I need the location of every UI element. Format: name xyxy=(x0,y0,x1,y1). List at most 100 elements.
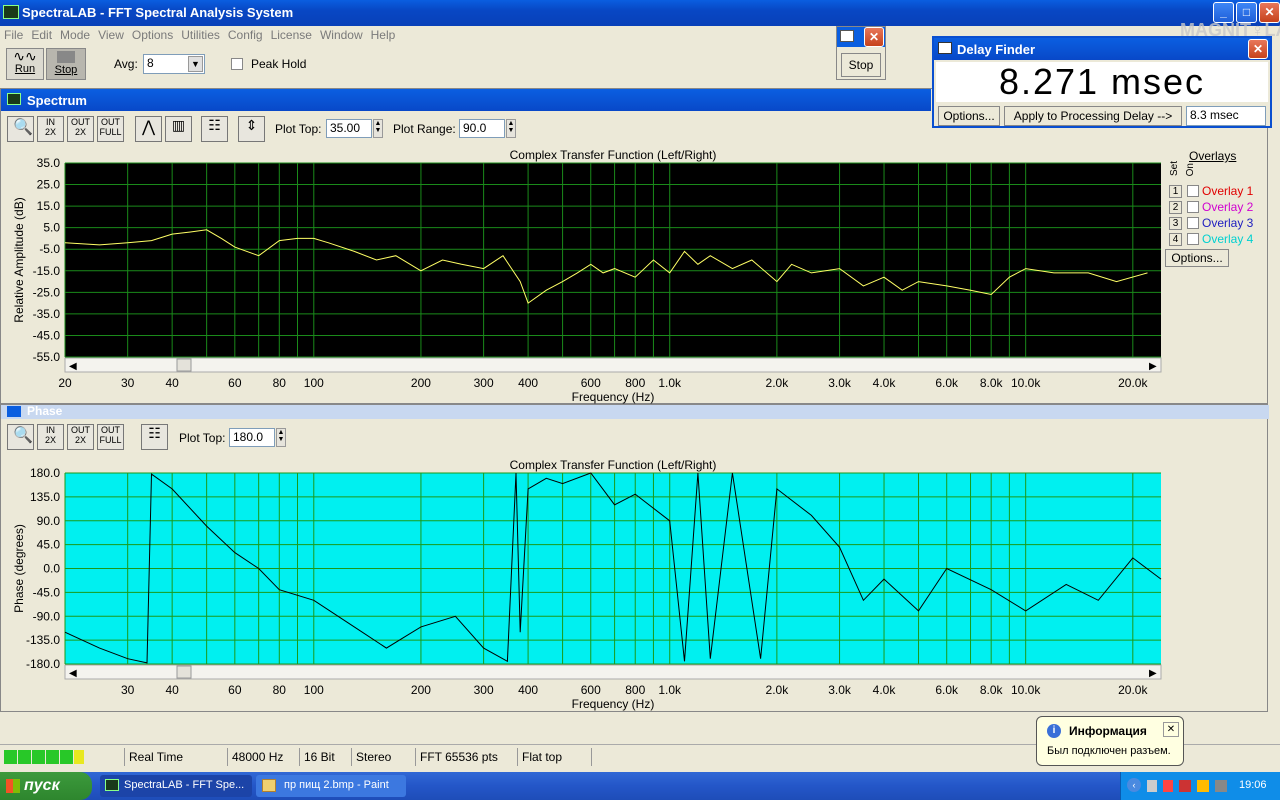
peak-hold-checkbox[interactable] xyxy=(231,58,243,70)
zoom-icon[interactable]: 🔍 xyxy=(7,116,34,142)
monitor-icon[interactable] xyxy=(1215,780,1227,792)
scroll-thumb xyxy=(176,665,192,679)
phase-titlebar[interactable]: Phase xyxy=(1,404,1269,419)
delay-options-button[interactable]: Options... xyxy=(938,106,1000,126)
overlay-label-3: Overlay 3 xyxy=(1202,216,1254,230)
status-bits: 16 Bit xyxy=(300,748,352,766)
zoom-full-icon[interactable]: OUT FULL xyxy=(97,424,124,450)
x-tick-label: 600 xyxy=(581,376,601,390)
zoom-icon[interactable]: 🔍 xyxy=(7,424,34,450)
zoom-out-2x-icon[interactable]: OUT 2X xyxy=(67,424,94,450)
overlay-checkbox-1[interactable] xyxy=(1187,185,1199,197)
spectrum-titlebar[interactable]: Spectrum xyxy=(1,89,931,111)
menu-options[interactable]: Options xyxy=(128,26,177,44)
phase-plot-top-spinner[interactable]: ▲ ▼ xyxy=(276,428,286,447)
overlay-checkbox-4[interactable] xyxy=(1187,233,1199,245)
menu-file[interactable]: File xyxy=(0,26,27,44)
status-fft: FFT 65536 pts xyxy=(416,748,518,766)
menu-help[interactable]: Help xyxy=(367,26,400,44)
plot-top-spinner[interactable]: ▲ ▼ xyxy=(373,119,383,138)
info-icon: i xyxy=(1047,724,1061,738)
close-icon[interactable]: ✕ xyxy=(864,27,884,47)
plot-range-spinner[interactable]: ▲ ▼ xyxy=(506,119,516,138)
spectrum-chart[interactable]: 35.0 25.0 15.0 5.0 -5.0 -15.0 -25.0 -35.0 -45.0 -… xyxy=(1,145,1171,405)
volume-icon[interactable] xyxy=(1163,780,1173,792)
menu-mode[interactable]: Mode xyxy=(56,26,94,44)
line-plot-icon[interactable]: ⋀ xyxy=(135,116,162,142)
tray-app-icon[interactable] xyxy=(1197,780,1209,792)
status-mode: Real Time xyxy=(124,748,228,766)
table-icon[interactable]: ☷ xyxy=(141,424,168,450)
zoom-in-2x-icon[interactable]: IN 2X xyxy=(37,424,64,450)
app-title-bar[interactable]: SpectraLAB - FFT Spectral Analysis Syste… xyxy=(0,0,1280,26)
y-tick-label: -135.0 xyxy=(26,633,60,647)
app-icon xyxy=(3,5,19,19)
x-tick-label: 200 xyxy=(411,683,431,697)
menu-edit[interactable]: Edit xyxy=(27,26,56,44)
flag-icon[interactable] xyxy=(1179,780,1191,792)
taskbar: пуск SpectraLAB - FFT Spe... пр пищ 2.bm… xyxy=(0,772,1280,800)
task1-label: SpectraLAB - FFT Spe... xyxy=(124,779,245,791)
menu-config[interactable]: Config xyxy=(224,26,267,44)
y-tick-label: -45.0 xyxy=(33,328,61,342)
menu-utilities[interactable]: Utilities xyxy=(177,26,224,44)
overlay-checkbox-2[interactable] xyxy=(1187,201,1199,213)
y-tick-label: 180.0 xyxy=(30,466,60,480)
close-icon[interactable]: ✕ xyxy=(1163,722,1179,737)
taskbar-item-paint[interactable]: пр пищ 2.bmp - Paint xyxy=(256,775,406,797)
x-tick-label: 300 xyxy=(474,376,494,390)
y-tick-label: 45.0 xyxy=(37,538,61,552)
y-tick-label: -5.0 xyxy=(39,242,60,256)
x-tick-label: 8.0k xyxy=(980,683,1004,697)
level-meter xyxy=(4,750,120,764)
network-icon[interactable] xyxy=(1147,780,1157,792)
plot-range-input[interactable]: 90.0 xyxy=(459,119,505,138)
menu-bar: File Edit Mode View Options Utilities Config Li… xyxy=(0,26,836,44)
run-button[interactable]: ∿∿ Run xyxy=(6,48,44,80)
avg-value: 8 xyxy=(147,56,154,70)
spectrum-title: Spectrum xyxy=(27,93,87,108)
system-tray: ‹ 19:06 xyxy=(1120,772,1280,800)
scale-icon[interactable]: ⇕ xyxy=(238,116,265,142)
chevron-down-icon[interactable]: ▼ xyxy=(188,56,203,72)
overlay-options-button[interactable]: Options... xyxy=(1165,249,1229,267)
zoom-out-2x-icon[interactable]: OUT 2X xyxy=(67,116,94,142)
stop-button[interactable]: Stop xyxy=(46,48,86,80)
phase-chart[interactable]: 180.0 135.0 90.0 45.0 0.0 -45.0 -90.0 -135.0 -18… xyxy=(1,453,1171,711)
scrollbar xyxy=(64,357,1162,373)
chart-title: Complex Transfer Function (Left/Right) xyxy=(510,458,717,472)
overlays-header: Overlays xyxy=(1189,149,1237,163)
x-axis-label: Frequency (Hz) xyxy=(572,697,655,711)
plot-top-input[interactable]: 35.00 xyxy=(326,119,372,138)
menu-license[interactable]: License xyxy=(267,26,316,44)
apply-delay-button[interactable]: Apply to Processing Delay --> xyxy=(1004,106,1182,126)
menu-window[interactable]: Window xyxy=(316,26,367,44)
delay-value-display: 8.271 msec xyxy=(936,62,1268,102)
menu-view[interactable]: View xyxy=(94,26,128,44)
delay-value-field[interactable]: 8.3 msec xyxy=(1186,106,1266,126)
overlay-checkbox-3[interactable] xyxy=(1187,217,1199,229)
avg-select[interactable]: 8 ▼ xyxy=(143,54,205,74)
scroll-thumb xyxy=(176,358,192,372)
taskbar-item-spectralab[interactable]: SpectraLAB - FFT Spe... xyxy=(100,775,252,797)
delay-finder-title: Delay Finder xyxy=(957,42,1036,57)
x-tick-label: 6.0k xyxy=(935,683,959,697)
close-icon[interactable]: ✕ xyxy=(1248,39,1268,59)
info-balloon[interactable]: i Информация ✕ Был подключен разъем. xyxy=(1036,716,1184,766)
table-icon[interactable]: ☷ xyxy=(201,116,228,142)
run-label: Run xyxy=(14,63,36,75)
start-button[interactable]: пуск xyxy=(0,772,92,800)
on-label: On xyxy=(1185,163,1196,177)
phase-plot-top-input[interactable]: 180.0 xyxy=(229,428,275,447)
zoom-in-2x-icon[interactable]: IN 2X xyxy=(37,116,64,142)
delay-finder-titlebar[interactable]: Delay Finder ✕ xyxy=(934,38,1270,60)
status-window: Flat top xyxy=(518,748,592,766)
bar-plot-icon[interactable]: ▥ xyxy=(165,116,192,142)
x-tick-label: 100 xyxy=(304,376,324,390)
stop-mini-button[interactable]: Stop xyxy=(841,53,881,77)
phase-icon xyxy=(7,406,21,417)
chevron-left-icon[interactable]: ‹ xyxy=(1127,778,1141,792)
y-tick-label: -90.0 xyxy=(33,609,61,623)
zoom-full-icon[interactable]: OUT FULL xyxy=(97,116,124,142)
overlay-label-1: Overlay 1 xyxy=(1202,184,1254,198)
